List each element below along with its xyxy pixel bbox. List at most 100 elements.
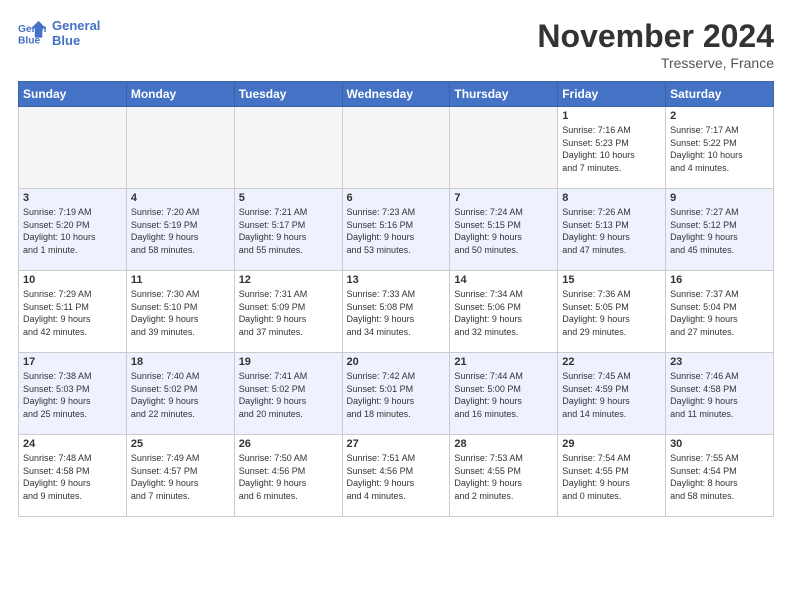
day-info: Sunrise: 7:49 AM Sunset: 4:57 PM Dayligh…: [131, 452, 230, 502]
weekday-header-wednesday: Wednesday: [342, 82, 450, 107]
weekday-header-saturday: Saturday: [666, 82, 774, 107]
calendar: SundayMondayTuesdayWednesdayThursdayFrid…: [18, 81, 774, 517]
calendar-cell: 22 Sunrise: 7:45 AM Sunset: 4:59 PM Dayli…: [558, 353, 666, 435]
calendar-cell: 6Sunrise: 7:23 AM Sunset: 5:16 PM Daylig…: [342, 189, 450, 271]
day-number: 9: [670, 192, 769, 204]
day-info: Sunrise: 7:17 AM Sunset: 5:22 PM Dayligh…: [670, 124, 769, 174]
calendar-week-2: 3 Sunrise: 7:19 AM Sunset: 5:20 PM Daylig…: [19, 189, 774, 271]
calendar-cell: [126, 107, 234, 189]
day-info: Sunrise: 7:21 AM Sunset: 5:17 PM Dayligh…: [239, 206, 338, 256]
calendar-cell: 2 Sunrise: 7:17 AM Sunset: 5:22 PM Daylig…: [666, 107, 774, 189]
calendar-week-3: 10 Sunrise: 7:29 AM Sunset: 5:11 PM Dayli…: [19, 271, 774, 353]
day-info: Sunrise: 7:38 AM Sunset: 5:03 PM Dayligh…: [23, 370, 122, 420]
day-info: Sunrise: 7:54 AM Sunset: 4:55 PM Dayligh…: [562, 452, 661, 502]
logo-blue: Blue: [52, 33, 100, 48]
header: General Blue General Blue November 2024 …: [18, 18, 774, 71]
day-info: Sunrise: 7:46 AM Sunset: 4:58 PM Dayligh…: [670, 370, 769, 420]
day-info: Sunrise: 7:33 AM Sunset: 5:08 PM Dayligh…: [347, 288, 446, 338]
day-info: Sunrise: 7:16 AM Sunset: 5:23 PM Dayligh…: [562, 124, 661, 174]
weekday-header-thursday: Thursday: [450, 82, 558, 107]
calendar-cell: 24 Sunrise: 7:48 AM Sunset: 4:58 PM Dayli…: [19, 435, 127, 517]
calendar-cell: 23 Sunrise: 7:46 AM Sunset: 4:58 PM Dayli…: [666, 353, 774, 435]
title-block: November 2024 Tresserve, France: [537, 18, 774, 71]
day-number: 4: [131, 192, 230, 204]
day-number: 27: [347, 438, 446, 450]
calendar-cell: 26 Sunrise: 7:50 AM Sunset: 4:56 PM Dayli…: [234, 435, 342, 517]
day-info: Sunrise: 7:19 AM Sunset: 5:20 PM Dayligh…: [23, 206, 122, 256]
calendar-cell: 14 Sunrise: 7:34 AM Sunset: 5:06 PM Dayli…: [450, 271, 558, 353]
day-number: 11: [131, 274, 230, 286]
day-info: Sunrise: 7:27 AM Sunset: 5:12 PM Dayligh…: [670, 206, 769, 256]
calendar-cell: 15 Sunrise: 7:36 AM Sunset: 5:05 PM Dayli…: [558, 271, 666, 353]
day-info: Sunrise: 7:55 AM Sunset: 4:54 PM Dayligh…: [670, 452, 769, 502]
calendar-cell: [450, 107, 558, 189]
month-title: November 2024: [537, 18, 774, 55]
calendar-cell: 9 Sunrise: 7:27 AM Sunset: 5:12 PM Daylig…: [666, 189, 774, 271]
day-number: 15: [562, 274, 661, 286]
day-info: Sunrise: 7:42 AM Sunset: 5:01 PM Dayligh…: [347, 370, 446, 420]
calendar-cell: 12Sunrise: 7:31 AM Sunset: 5:09 PM Dayli…: [234, 271, 342, 353]
day-number: 23: [670, 356, 769, 368]
location: Tresserve, France: [537, 55, 774, 71]
calendar-cell: 3 Sunrise: 7:19 AM Sunset: 5:20 PM Daylig…: [19, 189, 127, 271]
day-number: 20: [347, 356, 446, 368]
weekday-header-row: SundayMondayTuesdayWednesdayThursdayFrid…: [19, 82, 774, 107]
day-number: 2: [670, 110, 769, 122]
day-info: Sunrise: 7:50 AM Sunset: 4:56 PM Dayligh…: [239, 452, 338, 502]
calendar-cell: 13Sunrise: 7:33 AM Sunset: 5:08 PM Dayli…: [342, 271, 450, 353]
calendar-cell: 30Sunrise: 7:55 AM Sunset: 4:54 PM Dayli…: [666, 435, 774, 517]
day-number: 12: [239, 274, 338, 286]
calendar-cell: 5 Sunrise: 7:21 AM Sunset: 5:17 PM Daylig…: [234, 189, 342, 271]
calendar-cell: [19, 107, 127, 189]
day-info: Sunrise: 7:26 AM Sunset: 5:13 PM Dayligh…: [562, 206, 661, 256]
day-number: 5: [239, 192, 338, 204]
calendar-cell: 25 Sunrise: 7:49 AM Sunset: 4:57 PM Dayli…: [126, 435, 234, 517]
day-info: Sunrise: 7:34 AM Sunset: 5:06 PM Dayligh…: [454, 288, 553, 338]
calendar-week-4: 17Sunrise: 7:38 AM Sunset: 5:03 PM Dayli…: [19, 353, 774, 435]
calendar-cell: 21Sunrise: 7:44 AM Sunset: 5:00 PM Dayli…: [450, 353, 558, 435]
day-number: 6: [347, 192, 446, 204]
day-info: Sunrise: 7:40 AM Sunset: 5:02 PM Dayligh…: [131, 370, 230, 420]
day-number: 22: [562, 356, 661, 368]
day-info: Sunrise: 7:30 AM Sunset: 5:10 PM Dayligh…: [131, 288, 230, 338]
logo-icon: General Blue: [18, 19, 46, 47]
calendar-cell: 27Sunrise: 7:51 AM Sunset: 4:56 PM Dayli…: [342, 435, 450, 517]
day-number: 28: [454, 438, 553, 450]
day-info: Sunrise: 7:37 AM Sunset: 5:04 PM Dayligh…: [670, 288, 769, 338]
weekday-header-friday: Friday: [558, 82, 666, 107]
day-info: Sunrise: 7:29 AM Sunset: 5:11 PM Dayligh…: [23, 288, 122, 338]
calendar-cell: 16 Sunrise: 7:37 AM Sunset: 5:04 PM Dayli…: [666, 271, 774, 353]
calendar-cell: [234, 107, 342, 189]
weekday-header-monday: Monday: [126, 82, 234, 107]
day-info: Sunrise: 7:36 AM Sunset: 5:05 PM Dayligh…: [562, 288, 661, 338]
calendar-cell: 10 Sunrise: 7:29 AM Sunset: 5:11 PM Dayli…: [19, 271, 127, 353]
day-number: 10: [23, 274, 122, 286]
day-number: 1: [562, 110, 661, 122]
day-number: 7: [454, 192, 553, 204]
page: General Blue General Blue November 2024 …: [0, 0, 792, 527]
day-info: Sunrise: 7:41 AM Sunset: 5:02 PM Dayligh…: [239, 370, 338, 420]
calendar-cell: 29 Sunrise: 7:54 AM Sunset: 4:55 PM Dayli…: [558, 435, 666, 517]
calendar-cell: 28Sunrise: 7:53 AM Sunset: 4:55 PM Dayli…: [450, 435, 558, 517]
calendar-week-1: 1 Sunrise: 7:16 AM Sunset: 5:23 PM Daylig…: [19, 107, 774, 189]
calendar-cell: 7Sunrise: 7:24 AM Sunset: 5:15 PM Daylig…: [450, 189, 558, 271]
day-number: 29: [562, 438, 661, 450]
calendar-cell: [342, 107, 450, 189]
weekday-header-sunday: Sunday: [19, 82, 127, 107]
calendar-cell: 4 Sunrise: 7:20 AM Sunset: 5:19 PM Daylig…: [126, 189, 234, 271]
day-number: 21: [454, 356, 553, 368]
day-number: 14: [454, 274, 553, 286]
day-number: 3: [23, 192, 122, 204]
day-number: 8: [562, 192, 661, 204]
logo-general: General: [52, 18, 100, 33]
day-number: 25: [131, 438, 230, 450]
day-number: 26: [239, 438, 338, 450]
day-info: Sunrise: 7:48 AM Sunset: 4:58 PM Dayligh…: [23, 452, 122, 502]
calendar-week-5: 24 Sunrise: 7:48 AM Sunset: 4:58 PM Dayli…: [19, 435, 774, 517]
day-info: Sunrise: 7:45 AM Sunset: 4:59 PM Dayligh…: [562, 370, 661, 420]
day-number: 16: [670, 274, 769, 286]
calendar-cell: 11 Sunrise: 7:30 AM Sunset: 5:10 PM Dayli…: [126, 271, 234, 353]
calendar-cell: 17Sunrise: 7:38 AM Sunset: 5:03 PM Dayli…: [19, 353, 127, 435]
day-info: Sunrise: 7:20 AM Sunset: 5:19 PM Dayligh…: [131, 206, 230, 256]
day-number: 24: [23, 438, 122, 450]
